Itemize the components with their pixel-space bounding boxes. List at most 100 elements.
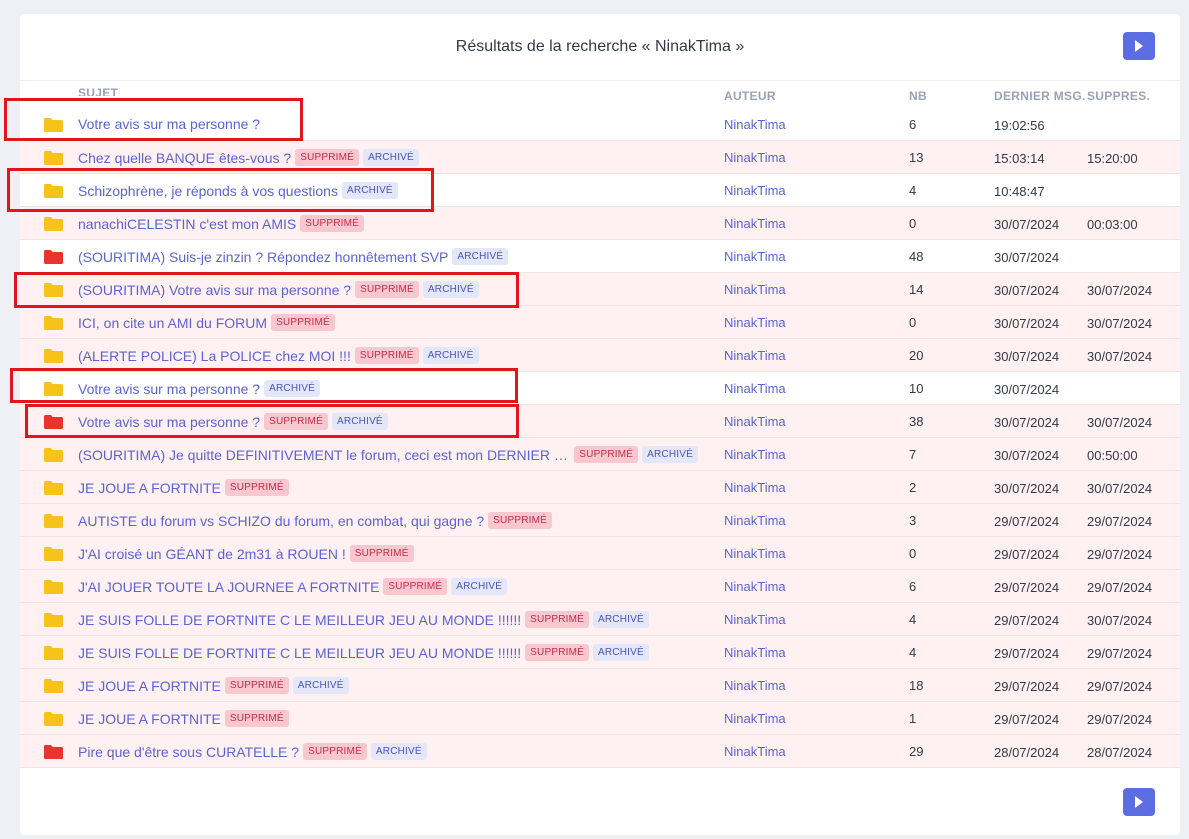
author-link[interactable]: NinakTima xyxy=(724,579,786,594)
topic-title-link[interactable]: Schizophrène, je réponds à vos questions xyxy=(78,183,338,199)
author-link[interactable]: NinakTima xyxy=(724,645,786,660)
message-count: 3 xyxy=(909,513,917,528)
topic-subject: (SOURITIMA) Suis-je zinzin ? Répondez ho… xyxy=(78,248,509,265)
last-message-date: 29/07/2024 xyxy=(994,712,1060,727)
topic-title-link[interactable]: J'AI JOUER TOUTE LA JOURNEE A FORTNITE xyxy=(78,579,379,595)
topic-title-link[interactable]: nanachiCELESTIN c'est mon AMIS xyxy=(78,216,296,232)
deletion-date: 30/07/2024 xyxy=(1087,481,1153,496)
author-link[interactable]: NinakTima xyxy=(724,447,786,462)
author-link[interactable]: NinakTima xyxy=(724,513,786,528)
author-link[interactable]: NinakTima xyxy=(724,480,786,495)
author-link[interactable]: NinakTima xyxy=(724,249,786,264)
deletion-date: 15:20:00 xyxy=(1087,151,1138,166)
last-message-date: 30/07/2024 xyxy=(994,316,1060,331)
deletion-date: 30/07/2024 xyxy=(1087,349,1153,364)
badge-archive: ARCHIVÉ xyxy=(331,413,388,430)
badge-archive: ARCHIVÉ xyxy=(264,380,320,397)
author-link[interactable]: NinakTima xyxy=(724,678,786,693)
topic-title-link[interactable]: Chez quelle BANQUE êtes-vous ? xyxy=(78,150,291,166)
table-row: JE SUIS FOLLE DE FORTNITE C LE MEILLEUR … xyxy=(20,636,1180,669)
author-link[interactable]: NinakTima xyxy=(724,315,786,330)
author-link[interactable]: NinakTima xyxy=(724,282,786,297)
results-table: Votre avis sur ma personne ? NinakTima 6 19… xyxy=(20,108,1180,768)
topic-title-link[interactable]: JE JOUE A FORTNITE xyxy=(78,678,221,694)
author-link[interactable]: NinakTima xyxy=(724,381,786,396)
badge-archive: ARCHIVÉ xyxy=(452,248,509,265)
topic-title-link[interactable]: JE JOUE A FORTNITE xyxy=(78,711,221,727)
topic-title-link[interactable]: AUTISTE du forum vs SCHIZO du forum, en … xyxy=(78,513,484,529)
topic-title-link[interactable]: J'AI croisé un GÉANT de 2m31 à ROUEN ! xyxy=(78,546,346,562)
table-row: J'AI JOUER TOUTE LA JOURNEE A FORTNITE SU… xyxy=(20,570,1180,603)
topic-subject: J'AI JOUER TOUTE LA JOURNEE A FORTNITE SU… xyxy=(78,578,508,595)
badge-supprime: SUPPRIMÉ xyxy=(264,413,328,430)
author-link[interactable]: NinakTima xyxy=(724,183,786,198)
author-link[interactable]: NinakTima xyxy=(724,414,786,429)
topic-subject: Chez quelle BANQUE êtes-vous ? SUPPRIMÉ AR… xyxy=(78,149,419,166)
badge-archive: ARCHIVÉ xyxy=(363,149,419,166)
message-count: 14 xyxy=(909,282,924,297)
topic-title-link[interactable]: (SOURITIMA) Je quitte DEFINITIVEMENT le … xyxy=(78,447,570,463)
badge-supprime: SUPPRIMÉ xyxy=(303,743,367,760)
table-row: ICI, on cite un AMI du FORUM SUPPRIMÉ Nina… xyxy=(20,306,1180,339)
folder-icon xyxy=(44,217,63,231)
topic-title-link[interactable]: (ALERTE POLICE) La POLICE chez MOI !!! xyxy=(78,348,351,364)
topic-title-link[interactable]: (SOURITIMA) Suis-je zinzin ? Répondez ho… xyxy=(78,249,448,265)
play-icon xyxy=(1135,40,1143,52)
topic-title-link[interactable]: Votre avis sur ma personne ? xyxy=(78,414,260,430)
author-link[interactable]: NinakTima xyxy=(724,117,786,132)
last-message-date: 28/07/2024 xyxy=(994,745,1060,760)
folder-icon xyxy=(44,184,63,198)
folder-icon xyxy=(44,481,63,495)
message-count: 20 xyxy=(909,348,924,363)
topic-subject: ICI, on cite un AMI du FORUM SUPPRIMÉ xyxy=(78,314,335,331)
topic-title-link[interactable]: Pire que d'être sous CURATELLE ? xyxy=(78,744,299,760)
deletion-date: 30/07/2024 xyxy=(1087,283,1153,298)
author-link[interactable]: NinakTima xyxy=(724,744,786,759)
message-count: 0 xyxy=(909,546,917,561)
topic-subject: J'AI croisé un GÉANT de 2m31 à ROUEN ! SU… xyxy=(78,545,414,562)
search-results-card: Résultats de la recherche « NinakTima » … xyxy=(20,14,1180,835)
author-link[interactable]: NinakTima xyxy=(724,216,786,231)
topic-title-link[interactable]: JE JOUE A FORTNITE xyxy=(78,480,221,496)
message-count: 4 xyxy=(909,183,917,198)
badge-supprime: SUPPRIMÉ xyxy=(295,149,360,166)
badge-supprime: SUPPRIMÉ xyxy=(224,710,289,727)
badge-archive: ARCHIVÉ xyxy=(422,347,479,364)
last-message-date: 29/07/2024 xyxy=(994,547,1060,562)
table-row: JE JOUE A FORTNITE SUPPRIMÉ NinakTima 1 29/0… xyxy=(20,702,1180,735)
topic-title-link[interactable]: (SOURITIMA) Votre avis sur ma personne ? xyxy=(78,282,351,298)
author-link[interactable]: NinakTima xyxy=(724,150,786,165)
badge-archive: ARCHIVÉ xyxy=(341,182,398,199)
badge-supprime: SUPPRIMÉ xyxy=(355,281,419,298)
topic-title-link[interactable]: Votre avis sur ma personne ? xyxy=(78,116,260,132)
last-message-date: 30/07/2024 xyxy=(994,448,1060,463)
author-link[interactable]: NinakTima xyxy=(724,711,786,726)
topic-title-link[interactable]: Votre avis sur ma personne ? xyxy=(78,381,260,397)
last-message-date: 30/07/2024 xyxy=(994,283,1060,298)
deletion-date: 28/07/2024 xyxy=(1087,745,1153,760)
deletion-date: 29/07/2024 xyxy=(1087,679,1153,694)
topic-subject: JE JOUE A FORTNITE SUPPRIMÉ xyxy=(78,479,289,496)
topic-subject: JE JOUE A FORTNITE SUPPRIMÉ xyxy=(78,710,289,727)
last-message-date: 30/07/2024 xyxy=(994,250,1060,265)
table-row: J'AI croisé un GÉANT de 2m31 à ROUEN ! SU… xyxy=(20,537,1180,570)
author-link[interactable]: NinakTima xyxy=(724,348,786,363)
badge-archive: ARCHIVÉ xyxy=(593,611,649,628)
column-header-nb: NB xyxy=(909,89,927,103)
table-row: Schizophrène, je réponds à vos questions… xyxy=(20,174,1180,207)
table-row: (ALERTE POLICE) La POLICE chez MOI !!! SU… xyxy=(20,339,1180,372)
topic-subject: nanachiCELESTIN c'est mon AMIS SUPPRIMÉ xyxy=(78,215,365,232)
topic-title-link[interactable]: ICI, on cite un AMI du FORUM xyxy=(78,315,267,331)
topic-title-link[interactable]: JE SUIS FOLLE DE FORTNITE C LE MEILLEUR … xyxy=(78,612,521,628)
next-page-button-top[interactable] xyxy=(1123,32,1155,60)
badge-archive: ARCHIVÉ xyxy=(642,446,698,463)
folder-icon xyxy=(44,349,63,363)
author-link[interactable]: NinakTima xyxy=(724,612,786,627)
next-page-button-bottom[interactable] xyxy=(1123,788,1155,816)
author-link[interactable]: NinakTima xyxy=(724,546,786,561)
topic-subject: Schizophrène, je réponds à vos questions… xyxy=(78,182,398,199)
topic-title-link[interactable]: JE SUIS FOLLE DE FORTNITE C LE MEILLEUR … xyxy=(78,645,521,661)
message-count: 7 xyxy=(909,447,917,462)
folder-icon xyxy=(44,745,63,759)
folder-icon xyxy=(44,283,63,297)
